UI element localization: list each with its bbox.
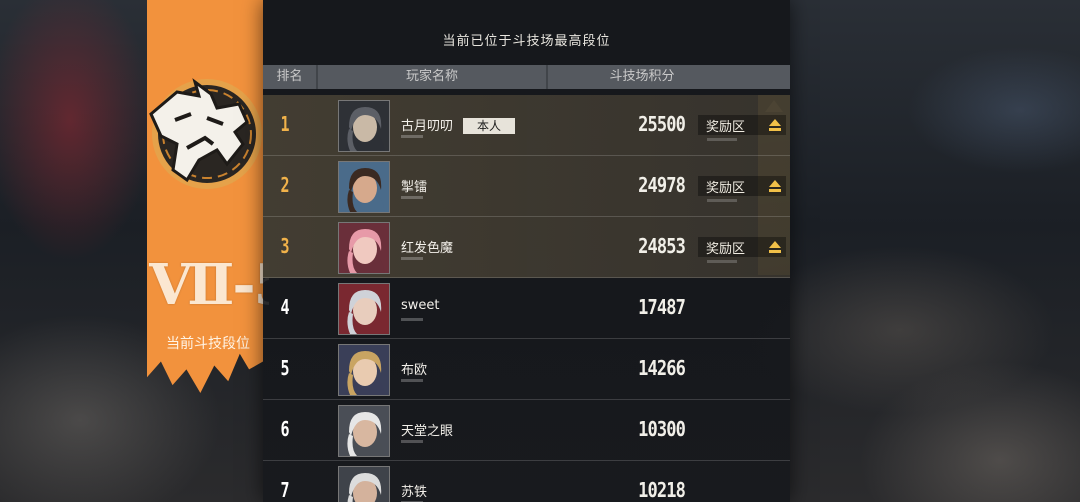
promote-arrow-icon	[764, 237, 786, 257]
rank-number: 6	[280, 417, 290, 441]
rank-tier: Ⅶ-5	[149, 252, 269, 318]
player-avatar[interactable]	[338, 161, 390, 213]
player-name: 布欧	[401, 359, 427, 378]
self-badge: 本人	[463, 118, 516, 134]
reward-zone-label: 奖励区	[706, 119, 746, 135]
player-name-text: sweet	[401, 298, 440, 313]
reward-zone-badge: 奖励区	[698, 237, 786, 263]
player-name: 天堂之眼	[401, 420, 453, 439]
promote-arrow-icon	[764, 176, 786, 196]
rank-number: 5	[280, 356, 290, 380]
player-name-text: 天堂之眼	[401, 424, 454, 439]
player-subtext	[401, 318, 423, 321]
player-name: 古月叨叨 本人	[401, 115, 516, 134]
player-name-text: 掣镭	[401, 180, 428, 195]
player-name: 苏铁	[401, 481, 427, 500]
reward-zone-label: 奖励区	[706, 180, 746, 196]
leaderboard-panel: 当前已位于斗技场最高段位 排名 玩家名称 斗技场积分 1 古月叨叨 本人 25500 奖…	[263, 0, 790, 502]
player-subtext	[401, 379, 423, 382]
rank-number: 7	[280, 478, 290, 502]
reward-zone-subtext	[707, 199, 737, 202]
reward-zone-subtext	[707, 138, 737, 141]
table-row[interactable]: 4 sweet 17487	[263, 278, 790, 339]
reward-zone-badge: 奖励区	[698, 176, 786, 202]
panel-title: 当前已位于斗技场最高段位	[442, 34, 611, 49]
player-score: 25500	[638, 112, 686, 136]
header-rank: 排名	[263, 65, 318, 89]
header-score: 斗技场积分	[609, 69, 675, 84]
player-subtext	[401, 196, 423, 199]
player-name: sweet	[401, 298, 440, 313]
rank-number: 1	[280, 112, 290, 136]
player-name-text: 布欧	[401, 363, 428, 378]
player-name-text: 红发色魔	[401, 241, 454, 256]
player-name-text: 古月叨叨	[401, 119, 454, 134]
player-score: 10218	[638, 478, 686, 502]
player-avatar[interactable]	[338, 100, 390, 152]
table-row[interactable]: 5 布欧 14266	[263, 339, 790, 400]
player-name: 红发色魔	[401, 237, 453, 256]
player-avatar[interactable]	[338, 283, 390, 335]
reward-zone-subtext	[707, 260, 737, 263]
player-subtext	[401, 135, 423, 138]
table-row[interactable]: 6 天堂之眼 10300	[263, 400, 790, 461]
player-score: 14266	[638, 356, 686, 380]
promote-arrow-icon	[764, 115, 786, 135]
rank-number: 2	[280, 173, 290, 197]
player-subtext	[401, 440, 423, 443]
player-avatar[interactable]	[338, 222, 390, 274]
table-header: 排名 玩家名称 斗技场积分	[263, 65, 790, 89]
player-score: 17487	[638, 295, 686, 319]
player-name-text: 苏铁	[401, 485, 428, 500]
player-name: 掣镭	[401, 176, 427, 195]
table-row[interactable]: 7 苏铁 10218	[263, 461, 790, 502]
table-row[interactable]: 3 红发色魔 24853 奖励区	[263, 217, 790, 278]
player-avatar[interactable]	[338, 466, 390, 502]
rank-caption: 当前斗技段位	[166, 336, 250, 352]
player-avatar[interactable]	[338, 405, 390, 457]
reward-zone-badge: 奖励区	[698, 115, 786, 141]
player-score: 24978	[638, 173, 686, 197]
player-score: 10300	[638, 417, 686, 441]
table-row[interactable]: 1 古月叨叨 本人 25500 奖励区	[263, 95, 790, 156]
tiger-head-emblem-icon	[149, 78, 262, 189]
rank-number: 3	[280, 234, 290, 258]
player-score: 24853	[638, 234, 686, 258]
player-subtext	[401, 257, 423, 260]
player-avatar[interactable]	[338, 344, 390, 396]
table-row[interactable]: 2 掣镭 24978 奖励区	[263, 156, 790, 217]
reward-zone-label: 奖励区	[706, 241, 746, 257]
ranking-list[interactable]: 1 古月叨叨 本人 25500 奖励区 2 掣镭 24978 奖励区 3 红发色魔 24853 奖励区 4…	[263, 95, 790, 502]
rank-number: 4	[280, 295, 290, 319]
header-name: 玩家名称	[318, 65, 548, 89]
